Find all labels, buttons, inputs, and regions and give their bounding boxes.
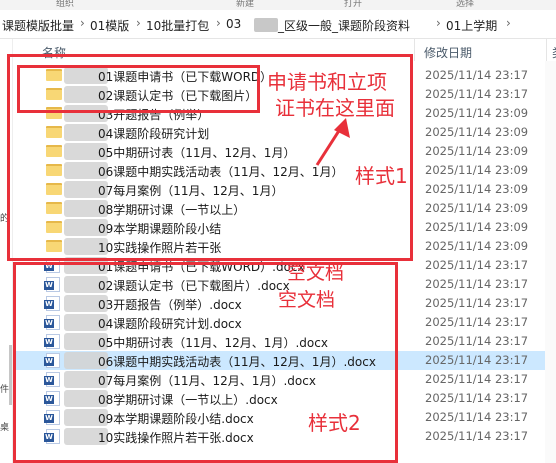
- file-modified-date: 2025/11/14 23:09: [425, 163, 529, 177]
- column-header-date[interactable]: 修改日期: [424, 44, 472, 61]
- address-bar[interactable]: 课题模版批量 › 01模版 › 10批量打包 › 03 _区级一般_课题阶段资料…: [0, 10, 556, 39]
- file-modified-date: 2025/11/14 23:09: [425, 220, 529, 234]
- file-modified-date: 2025/11/14 23:17: [425, 258, 529, 272]
- annotation-style1-label: 样式1: [355, 164, 408, 188]
- breadcrumb-separator-icon: ›: [216, 16, 221, 30]
- column-divider[interactable]: [546, 39, 547, 61]
- file-modified-date: 2025/11/14 23:17: [425, 87, 529, 101]
- breadcrumb-separator-icon: ›: [80, 16, 85, 30]
- breadcrumb-separator-icon: ›: [506, 16, 511, 30]
- breadcrumb-separator-icon: ›: [136, 16, 141, 30]
- nav-pane-fragment[interactable]: 件: [0, 382, 9, 395]
- ribbon-item-organize[interactable]: 组织: [56, 0, 74, 9]
- nav-pane-scrollbar[interactable]: [9, 345, 12, 405]
- nav-pane-fragment[interactable]: 桌: [0, 420, 9, 433]
- file-modified-date: 2025/11/14 23:17: [425, 277, 529, 291]
- file-modified-date: 2025/11/14 23:09: [425, 125, 529, 139]
- file-modified-date: 2025/11/14 23:09: [425, 144, 529, 158]
- breadcrumb-item[interactable]: 01上学期: [446, 17, 497, 34]
- column-divider[interactable]: [414, 39, 415, 61]
- file-modified-date: 2025/11/14 23:17: [425, 68, 529, 82]
- annotation-note-line1: 申请书和立项: [267, 70, 387, 94]
- annotation-empty-doc-1: 空文档: [287, 262, 345, 284]
- file-modified-date: 2025/11/14 23:17: [425, 315, 529, 329]
- annotation-style2-label: 样式2: [308, 411, 361, 435]
- breadcrumb-item[interactable]: 课题模版批量: [2, 17, 74, 34]
- blurred-text: [254, 18, 278, 32]
- ribbon-item-new[interactable]: 新建: [236, 0, 254, 9]
- breadcrumb-separator-icon: ›: [436, 16, 441, 30]
- breadcrumb-item[interactable]: 01模版: [90, 17, 129, 34]
- ribbon-item-open[interactable]: 打开: [344, 0, 362, 9]
- file-modified-date: 2025/11/14 23:09: [425, 182, 529, 196]
- breadcrumb-item[interactable]: _区级一般_课题阶段资料: [278, 17, 410, 34]
- breadcrumb-item[interactable]: 03: [226, 17, 241, 31]
- annotation-empty-doc-2: 空文档: [278, 289, 336, 311]
- file-modified-date: 2025/11/14 23:17: [425, 353, 529, 367]
- file-modified-date: 2025/11/14 23:17: [425, 391, 529, 405]
- file-modified-date: 2025/11/14 23:09: [425, 201, 529, 215]
- file-modified-date: 2025/11/14 23:17: [425, 296, 529, 310]
- column-header-type[interactable]: 类: [552, 44, 556, 61]
- breadcrumb-item[interactable]: 10批量打包: [146, 17, 209, 34]
- file-modified-date: 2025/11/14 23:17: [425, 334, 529, 348]
- file-modified-date: 2025/11/14 23:09: [425, 106, 529, 120]
- file-modified-date: 2025/11/14 23:17: [425, 372, 529, 386]
- ribbon-item-select[interactable]: 选择: [456, 0, 474, 9]
- file-modified-date: 2025/11/14 23:09: [425, 239, 529, 253]
- annotation-note-line2: 证书在这里面: [275, 96, 395, 120]
- file-modified-date: 2025/11/14 23:17: [425, 429, 529, 443]
- file-list-scrollbar[interactable]: [545, 61, 556, 463]
- file-modified-date: 2025/11/14 23:17: [425, 410, 529, 424]
